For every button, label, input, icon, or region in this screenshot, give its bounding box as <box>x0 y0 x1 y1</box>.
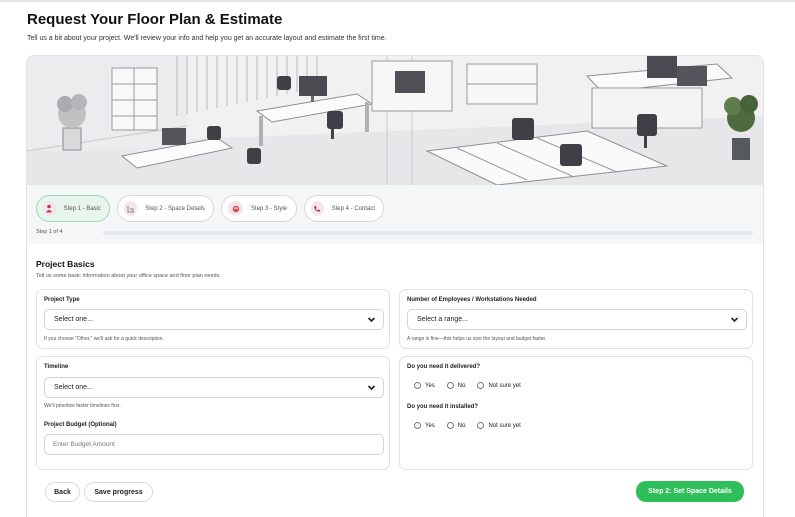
radio-label: Yes <box>425 382 435 389</box>
radio-circle <box>477 422 485 429</box>
next-step-button[interactable]: Step 2: Set Space Details <box>636 481 744 502</box>
timeline-value: Select one... <box>54 384 93 391</box>
installed-options: Yes No Not sure yet <box>414 422 533 429</box>
radio-circle <box>477 382 485 389</box>
budget-placeholder: Enter Budget Amount <box>53 441 115 448</box>
delivered-no-radio[interactable]: No <box>446 382 466 389</box>
progress-label: Step 1 of 4 <box>36 229 63 235</box>
office-illustration <box>27 56 763 185</box>
radio-circle <box>414 382 421 389</box>
budget-label: Project Budget (Optional) <box>44 422 117 428</box>
delivered-yes-radio[interactable]: Yes <box>414 382 435 389</box>
employees-label: Number of Employees / Workstations Neede… <box>407 297 537 303</box>
back-button[interactable]: Back <box>45 482 80 502</box>
radio-circle <box>446 422 454 429</box>
chevron-down-icon <box>367 385 376 391</box>
delivered-notsure-radio[interactable]: Not sure yet <box>477 382 521 389</box>
floorplan-icon <box>124 201 138 216</box>
budget-input[interactable]: Enter Budget Amount <box>44 434 384 455</box>
installed-label: Do you need it installed? <box>407 404 479 410</box>
installed-notsure-radio[interactable]: Not sure yet <box>477 422 521 429</box>
employees-select[interactable]: Select a range... <box>407 309 747 330</box>
radio-circle <box>414 422 421 429</box>
radio-label: Not sure yet <box>488 422 521 429</box>
chevron-down-icon <box>730 317 739 323</box>
timeline-label: Timeline <box>44 364 69 370</box>
section-title: Project Basics <box>36 259 95 269</box>
timeline-select[interactable]: Select one... <box>44 377 384 398</box>
project-type-select[interactable]: Select one... <box>44 309 384 330</box>
employees-panel: Number of Employees / Workstations Neede… <box>399 289 753 349</box>
step-basic[interactable]: Step 1 - Basic <box>36 195 110 222</box>
radio-label: No <box>457 382 466 389</box>
timeline-help: We'll prioritize faster timelines first. <box>44 403 121 409</box>
project-type-help: If you choose "Other," we'll ask for a q… <box>44 336 164 342</box>
delivered-options: Yes No Not sure yet <box>414 382 533 389</box>
form-card: Step 1 - Basic Step 2 - Space Details St… <box>26 55 764 517</box>
project-type-panel: Project Type Select one... If you choose… <box>36 289 390 349</box>
person-icon <box>43 201 56 216</box>
employees-value: Select a range... <box>417 316 468 323</box>
employees-help: A range is fine—this helps us size the l… <box>407 336 547 342</box>
step-label: Step 3 - Style <box>251 205 288 212</box>
installed-no-radio[interactable]: No <box>446 422 466 429</box>
delivery-install-panel: Do you need it delivered? Yes No Not sur… <box>399 356 753 470</box>
step-style[interactable]: Step 3 - Style <box>221 195 297 222</box>
chevron-down-icon <box>367 317 376 323</box>
phone-icon <box>311 201 324 216</box>
top-divider <box>0 0 795 2</box>
installed-yes-radio[interactable]: Yes <box>414 422 435 429</box>
step-space-details[interactable]: Step 2 - Space Details <box>117 195 214 222</box>
radio-circle <box>446 382 454 389</box>
radio-label: No <box>457 422 466 429</box>
step-label: Step 2 - Space Details <box>145 205 205 212</box>
step-label: Step 1 - Basic <box>63 205 101 212</box>
progress-bar <box>103 231 753 235</box>
step-contact[interactable]: Step 4 - Contact <box>304 195 384 222</box>
steps-bar: Step 1 - Basic Step 2 - Space Details St… <box>27 185 763 244</box>
palette-icon <box>228 201 243 216</box>
project-type-label: Project Type <box>44 297 80 303</box>
page-subtitle: Tell us a bit about your project. We'll … <box>27 35 387 42</box>
page-title: Request Your Floor Plan & Estimate <box>27 11 283 28</box>
project-type-value: Select one... <box>54 316 93 323</box>
office-hero-image <box>27 56 763 185</box>
save-progress-button[interactable]: Save progress <box>84 482 153 502</box>
timeline-budget-panel: Timeline Select one... We'll prioritize … <box>36 356 390 470</box>
step-label: Step 4 - Contact <box>331 205 375 212</box>
section-subtitle: Tell us some basic information about you… <box>36 273 221 279</box>
delivered-label: Do you need it delivered? <box>407 364 481 370</box>
radio-label: Yes <box>425 422 435 429</box>
radio-label: Not sure yet <box>488 382 521 389</box>
